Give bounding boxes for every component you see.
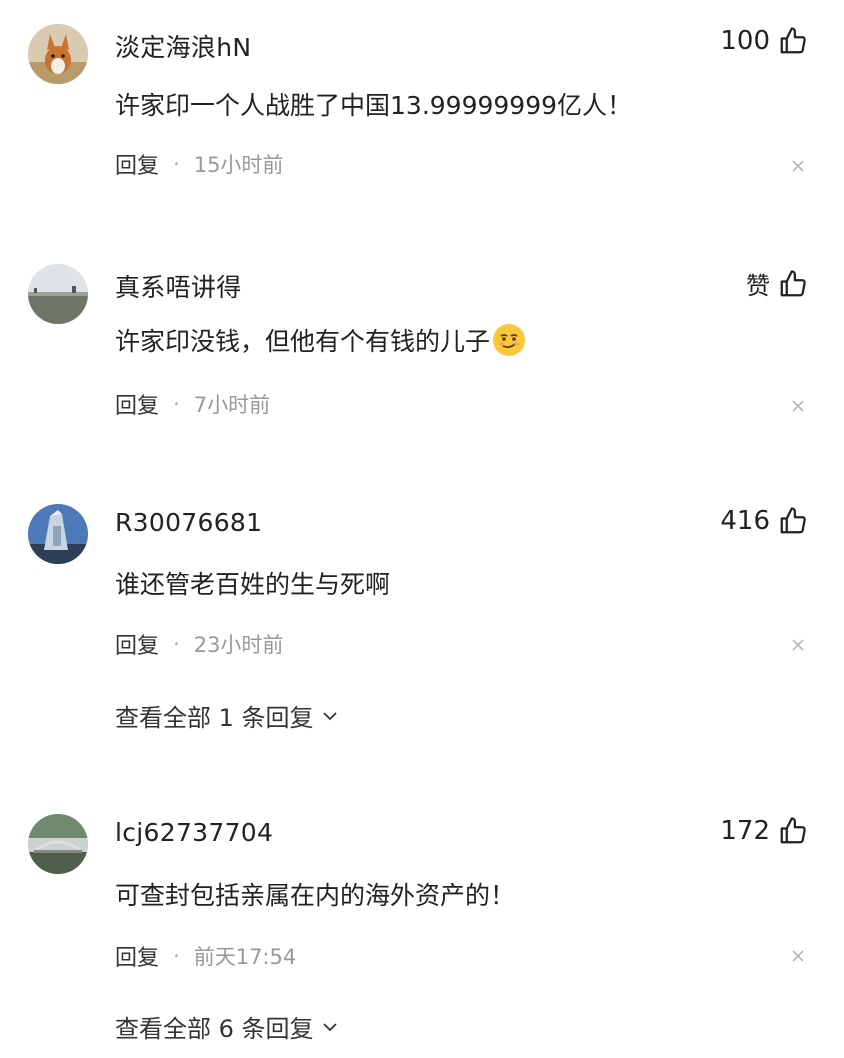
username[interactable]: 淡定海浪hN (115, 28, 251, 64)
like-count: 172 (720, 816, 770, 846)
thumbs-up-icon (780, 269, 806, 296)
comment-text-content: 可查封包括亲属在内的海外资产的！ (115, 881, 516, 910)
comment-meta: 回复 · 23小时前 (115, 628, 283, 660)
comment-text-content: 谁还管老百姓的生与死啊 (115, 570, 391, 599)
username[interactable]: lcj62737704 (115, 818, 273, 847)
avatar[interactable] (28, 24, 88, 84)
reply-button[interactable]: 回复 (115, 940, 159, 972)
avatar[interactable] (28, 814, 88, 874)
like-count: 416 (720, 506, 770, 536)
comment-text: 许家印没钱，但他有个有钱的儿子 (115, 322, 526, 358)
timestamp: 前天17:54 (193, 945, 297, 969)
landscape-avatar-icon (28, 264, 88, 324)
smirk-emoji-icon (493, 324, 526, 356)
timestamp: 23小时前 (193, 633, 284, 657)
separator-dot: · (173, 392, 180, 416)
thumbs-up-icon (780, 507, 806, 534)
view-all-replies-label: 查看全部 6 条回复 (115, 1015, 314, 1043)
view-all-replies-link[interactable]: 查看全部 1 条回复 (115, 698, 340, 733)
reply-button[interactable]: 回复 (115, 388, 159, 420)
close-icon[interactable] (790, 158, 806, 174)
thumbs-up-icon (780, 817, 806, 844)
separator-dot: · (173, 152, 180, 176)
avatar[interactable] (28, 504, 88, 564)
bridge-avatar-icon (28, 814, 88, 874)
comment-meta: 回复 · 7小时前 (115, 388, 270, 420)
username[interactable]: R30076681 (115, 508, 262, 537)
reply-button[interactable]: 回复 (115, 628, 159, 660)
close-icon[interactable] (790, 398, 806, 414)
like-button[interactable]: 172 (720, 816, 808, 846)
reply-button[interactable]: 回复 (115, 148, 159, 180)
comment-text-content: 许家印一个人战胜了中国13.99999999亿人！ (115, 91, 633, 120)
comment-text-content: 许家印没钱，但他有个有钱的儿子 (115, 327, 491, 356)
like-count: 100 (720, 26, 770, 56)
view-all-replies-label: 查看全部 1 条回复 (115, 704, 314, 732)
building-avatar-icon (28, 504, 88, 564)
chevron-down-icon (322, 711, 337, 720)
corgi-dog-avatar-icon (28, 24, 88, 84)
comment-meta: 回复 · 前天17:54 (115, 940, 296, 972)
avatar[interactable] (28, 264, 88, 324)
separator-dot: · (173, 944, 180, 968)
comment-text: 可查封包括亲属在内的海外资产的！ (115, 876, 515, 912)
close-icon[interactable] (790, 948, 806, 964)
comment-meta: 回复 · 15小时前 (115, 148, 283, 180)
thumbs-up-icon (780, 27, 806, 54)
timestamp: 7小时前 (193, 393, 271, 417)
chevron-down-icon (322, 1022, 337, 1031)
close-icon[interactable] (790, 637, 806, 653)
comment-text: 许家印一个人战胜了中国13.99999999亿人！ (115, 86, 632, 122)
like-button[interactable]: 赞 (746, 266, 808, 301)
like-button[interactable]: 100 (720, 26, 808, 56)
view-all-replies-link[interactable]: 查看全部 6 条回复 (115, 1009, 340, 1044)
username[interactable]: 真系唔讲得 (115, 268, 242, 304)
like-count: 赞 (746, 272, 770, 300)
comment-text: 谁还管老百姓的生与死啊 (115, 565, 390, 601)
separator-dot: · (173, 632, 180, 656)
timestamp: 15小时前 (193, 153, 284, 177)
like-button[interactable]: 416 (720, 506, 808, 536)
